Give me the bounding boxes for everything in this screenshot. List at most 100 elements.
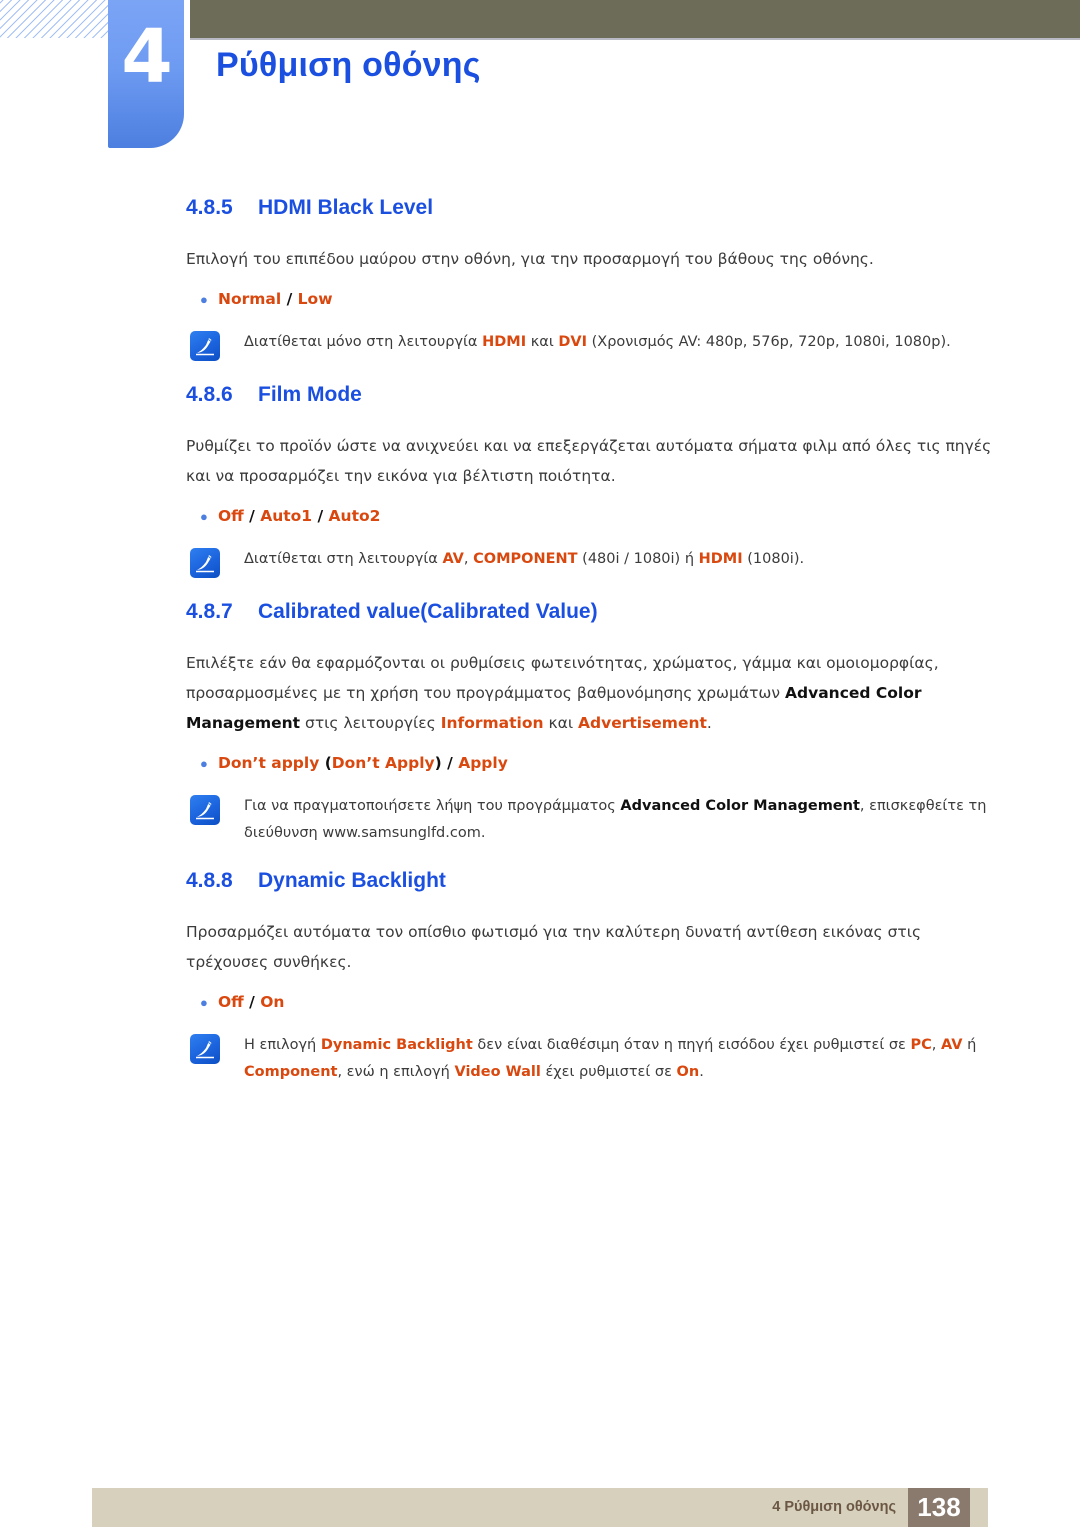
note-fragment: Διατίθεται μόνο στη λειτουργία bbox=[244, 334, 483, 350]
note-pen-icon bbox=[190, 548, 220, 578]
document-content: 4.8.5 HDMI Black Level Επιλογή του επιπέδ… bbox=[186, 196, 996, 1108]
note-text: Διατίθεται μόνο στη λειτουργία HDMI και … bbox=[244, 329, 996, 356]
section-title: Film Mode bbox=[258, 383, 362, 406]
note-fragment: ή bbox=[962, 1037, 977, 1053]
body-keyword: Information bbox=[440, 714, 544, 732]
section-heading: 4.8.6 Film Mode bbox=[186, 383, 996, 407]
option-item: Off bbox=[218, 993, 244, 1011]
note-pen-icon bbox=[190, 1034, 220, 1064]
section-calibrated-value: 4.8.7 Calibrated value(Calibrated Value) … bbox=[186, 600, 996, 847]
option-list: ● Off / On bbox=[186, 991, 996, 1014]
section-number: 4.8.5 bbox=[186, 196, 233, 219]
note-fragment: και bbox=[526, 334, 559, 350]
section-body: Επιλέξτε εάν θα εφαρμόζονται οι ρυθμίσει… bbox=[186, 648, 996, 738]
option-separator: / bbox=[312, 507, 329, 525]
option-values: Normal / Low bbox=[218, 288, 333, 310]
note-fragment: . bbox=[699, 1064, 704, 1080]
footer-chapter-label: 4 Ρύθμιση οθόνης bbox=[772, 1499, 896, 1515]
option-separator: ) / bbox=[434, 754, 459, 772]
page-title: Ρύθμιση οθόνης bbox=[216, 46, 481, 84]
body-fragment: . bbox=[706, 714, 712, 732]
option-values: Don’t apply (Don’t Apply) / Apply bbox=[218, 752, 508, 774]
note-fragment: Για να πραγματοποιήσετε λήψη του προγράμ… bbox=[244, 798, 621, 814]
section-heading: 4.8.7 Calibrated value(Calibrated Value) bbox=[186, 600, 996, 624]
option-item: Auto2 bbox=[328, 507, 381, 525]
note-block: Η επιλογή Dynamic Backlight δεν είναι δι… bbox=[186, 1032, 996, 1086]
option-separator: / bbox=[243, 993, 261, 1011]
option-values: Off / On bbox=[218, 991, 284, 1013]
option-list: ● Don’t apply (Don’t Apply) / Apply bbox=[186, 752, 996, 775]
section-body: Προσαρμόζει αυτόματα τον οπίσθιο φωτισμό… bbox=[186, 923, 922, 971]
body-keyword: Advertisement bbox=[578, 714, 707, 732]
section-title: Calibrated value(Calibrated Value) bbox=[258, 600, 598, 623]
section-title: Dynamic Backlight bbox=[258, 869, 446, 892]
option-item: Off bbox=[218, 507, 244, 525]
note-block: Διατίθεται στη λειτουργία AV, COMPONENT … bbox=[186, 546, 996, 578]
note-keyword: Dynamic Backlight bbox=[320, 1037, 473, 1053]
option-separator: / bbox=[281, 290, 298, 308]
note-text: Η επιλογή Dynamic Backlight δεν είναι δι… bbox=[244, 1032, 996, 1086]
bullet-icon: ● bbox=[200, 756, 208, 771]
chapter-tab: 4 bbox=[108, 0, 184, 148]
option-item: On bbox=[260, 993, 285, 1011]
section-body: Ρυθμίζει το προϊόν ώστε να ανιχνεύει και… bbox=[186, 437, 992, 485]
section-number: 4.8.8 bbox=[186, 869, 233, 892]
note-keyword: HDMI bbox=[482, 334, 527, 350]
note-fragment: έχει ρυθμιστεί σε bbox=[540, 1064, 677, 1080]
page-number-badge: 138 bbox=[908, 1488, 970, 1527]
note-fragment: Η επιλογή bbox=[244, 1037, 321, 1053]
bullet-icon: ● bbox=[200, 995, 208, 1010]
section-number: 4.8.6 bbox=[186, 383, 233, 406]
header-olive-bar bbox=[190, 0, 1080, 38]
option-item: Don’t Apply bbox=[331, 754, 435, 772]
note-keyword: AV bbox=[941, 1037, 963, 1053]
section-number: 4.8.7 bbox=[186, 600, 233, 623]
page-footer: 4 Ρύθμιση οθόνης 138 bbox=[92, 1488, 988, 1527]
note-block: Διατίθεται μόνο στη λειτουργία HDMI και … bbox=[186, 329, 996, 361]
note-bold-term: Advanced Color Management bbox=[620, 798, 860, 814]
note-keyword: On bbox=[676, 1064, 700, 1080]
note-fragment: , bbox=[463, 551, 474, 567]
note-pen-icon bbox=[190, 795, 220, 825]
note-keyword: AV bbox=[442, 551, 464, 567]
option-separator: ( bbox=[319, 754, 332, 772]
option-item: Auto1 bbox=[260, 507, 313, 525]
option-item: Low bbox=[297, 290, 333, 308]
header-underline bbox=[190, 38, 1080, 40]
note-keyword: COMPONENT bbox=[473, 551, 578, 567]
body-fragment: και bbox=[543, 714, 578, 732]
note-text: Για να πραγματοποιήσετε λήψη του προγράμ… bbox=[244, 793, 996, 847]
option-separator: / bbox=[243, 507, 261, 525]
section-film-mode: 4.8.6 Film Mode Ρυθμίζει το προϊόν ώστε ν… bbox=[186, 383, 996, 578]
bullet-icon: ● bbox=[200, 509, 208, 524]
bullet-icon: ● bbox=[200, 292, 208, 307]
note-keyword: Component bbox=[244, 1064, 338, 1080]
note-fragment: , bbox=[931, 1037, 941, 1053]
note-block: Για να πραγματοποιήσετε λήψη του προγράμ… bbox=[186, 793, 996, 847]
option-item: Apply bbox=[458, 754, 508, 772]
section-hdmi-black-level: 4.8.5 HDMI Black Level Επιλογή του επιπέδ… bbox=[186, 196, 996, 361]
chapter-number: 4 bbox=[121, 14, 173, 100]
page-header: 4 Ρύθμιση οθόνης bbox=[0, 0, 1080, 160]
note-keyword: HDMI bbox=[698, 551, 743, 567]
section-heading: 4.8.8 Dynamic Backlight bbox=[186, 869, 996, 893]
option-item: Don’t apply bbox=[218, 754, 320, 772]
note-fragment: δεν είναι διαθέσιμη όταν η πηγή εισόδου … bbox=[472, 1037, 911, 1053]
note-keyword: Video Wall bbox=[454, 1064, 541, 1080]
note-fragment: Διατίθεται στη λειτουργία bbox=[244, 551, 443, 567]
option-values: Off / Auto1 / Auto2 bbox=[218, 505, 380, 527]
section-heading: 4.8.5 HDMI Black Level bbox=[186, 196, 996, 220]
option-list: ● Normal / Low bbox=[186, 288, 996, 311]
section-dynamic-backlight: 4.8.8 Dynamic Backlight Προσαρμόζει αυτόμ… bbox=[186, 869, 996, 1086]
body-fragment: στις λειτουργίες bbox=[300, 714, 441, 732]
note-fragment: (1080i). bbox=[742, 551, 805, 567]
note-fragment: , ενώ η επιλογή bbox=[337, 1064, 455, 1080]
note-text: Διατίθεται στη λειτουργία AV, COMPONENT … bbox=[244, 546, 996, 573]
option-item: Normal bbox=[218, 290, 282, 308]
note-pen-icon bbox=[190, 331, 220, 361]
note-fragment: (480i / 1080i) ή bbox=[577, 551, 699, 567]
section-body: Επιλογή του επιπέδου μαύρου στην οθόνη, … bbox=[186, 250, 874, 268]
hatch-decoration bbox=[0, 0, 110, 38]
note-keyword: DVI bbox=[558, 334, 587, 350]
option-list: ● Off / Auto1 / Auto2 bbox=[186, 505, 996, 528]
